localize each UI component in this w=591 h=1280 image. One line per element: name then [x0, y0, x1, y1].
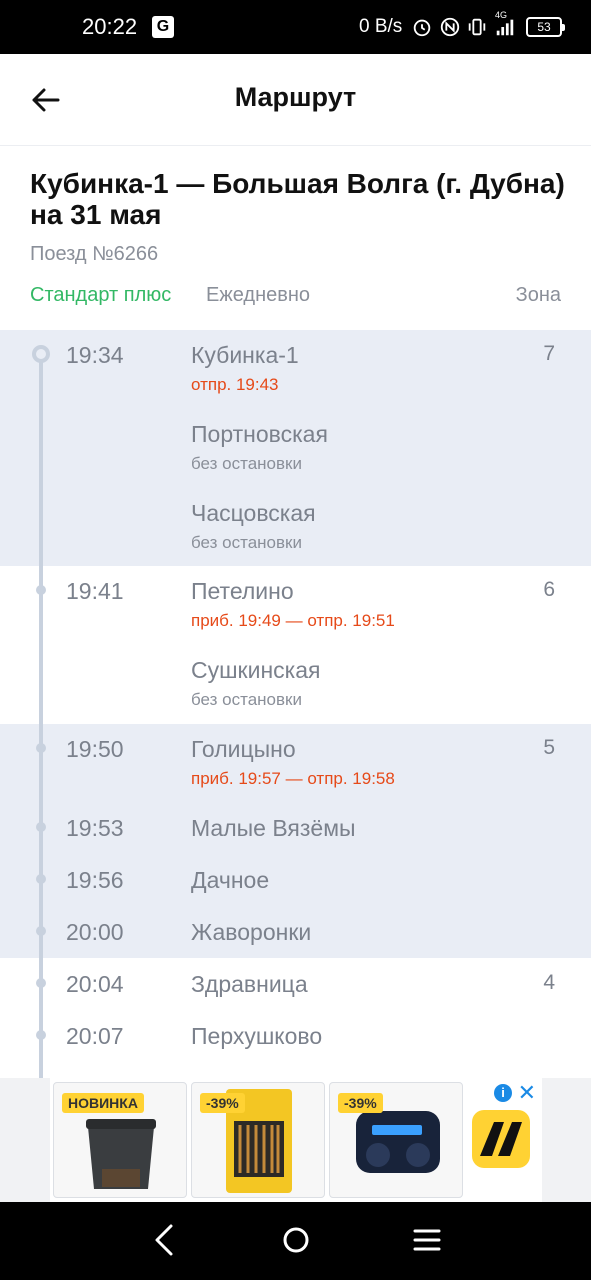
stop-name: Перхушково	[191, 1023, 323, 1049]
stop-time: 19:56	[66, 867, 124, 893]
ad-badge: -39%	[338, 1093, 383, 1113]
stop-row[interactable]: 19:50 Голицыно приб. 19:57 — отпр. 19:58…	[0, 724, 591, 788]
stop-time: 20:04	[66, 971, 124, 997]
status-bar: 20:22 G 0 B/s 4G 53	[0, 0, 591, 54]
back-nav-icon[interactable]	[145, 1220, 185, 1260]
stop-name: Часцовская	[191, 500, 316, 526]
ad-badge: НОВИНКА	[62, 1093, 144, 1113]
route-title: Кубинка-1 — Большая Волга (г. Дубна) на …	[30, 168, 565, 230]
stop-marker	[36, 585, 46, 595]
stops-list: 19:34 Кубинка-1 отпр. 19:43 7 Портновска…	[0, 330, 591, 1078]
ad-banner[interactable]: НОВИНКА -39% -39% i ✕	[0, 1078, 591, 1202]
signal-icon	[496, 19, 514, 36]
stop-note: без остановки	[191, 533, 302, 552]
stop-name: Дачное	[191, 867, 270, 893]
net-rate: 0 B/s	[359, 16, 403, 37]
close-icon[interactable]: ✕	[518, 1080, 536, 1106]
stop-row[interactable]: Сушкинская без остановки	[0, 645, 591, 709]
stop-name: Петелино	[191, 578, 294, 604]
stop-marker	[36, 743, 46, 753]
battery-icon: 53	[526, 17, 565, 37]
stop-name: Голицыно	[191, 736, 296, 762]
menu-nav-icon[interactable]	[407, 1220, 447, 1260]
stop-zone: 5	[543, 736, 555, 759]
stop-marker	[36, 926, 46, 936]
stop-marker	[36, 1030, 46, 1040]
stop-row[interactable]: Портновская без остановки	[0, 409, 591, 473]
stop-note: без остановки	[191, 454, 302, 473]
vibrate-icon	[468, 18, 486, 36]
stop-row[interactable]: 19:56 Дачное	[0, 855, 591, 915]
stop-note: без остановки	[191, 690, 302, 709]
stop-zone: 6	[543, 578, 555, 601]
stop-time: 19:34	[66, 342, 124, 368]
stop-note: приб. 19:49 — отпр. 19:51	[191, 611, 395, 630]
train-category: Стандарт плюс	[30, 284, 172, 306]
ad-content[interactable]: НОВИНКА -39% -39% i ✕	[50, 1078, 542, 1202]
stop-row[interactable]: 20:04 Здравница 4	[0, 959, 591, 1019]
stop-row[interactable]: Часцовская без остановки	[0, 488, 591, 552]
stop-row[interactable]: 20:00 Жаворонки	[0, 907, 591, 967]
app-header: Маршрут	[0, 54, 591, 146]
stop-row[interactable]: 19:53 Малые Вязёмы	[0, 803, 591, 863]
stop-name: Сушкинская	[191, 657, 321, 683]
info-icon[interactable]: i	[494, 1084, 512, 1102]
stop-zone: 4	[543, 971, 555, 994]
train-frequency: Ежедневно	[206, 284, 311, 306]
stop-marker	[36, 822, 46, 832]
stop-row[interactable]: 19:41 Петелино приб. 19:49 — отпр. 19:51…	[0, 566, 591, 630]
stop-time: 20:07	[66, 1023, 124, 1049]
stop-note: отпр. 19:43	[191, 375, 279, 394]
stop-name: Малые Вязёмы	[191, 815, 356, 841]
ad-product-tile[interactable]: -39%	[191, 1082, 325, 1198]
composter-image	[86, 1119, 156, 1189]
stop-time: 19:53	[66, 815, 124, 841]
alarm-icon	[413, 19, 431, 37]
zone-header: Зона	[515, 284, 561, 306]
ad-product-tile[interactable]: -39%	[329, 1082, 463, 1198]
stop-note: приб. 19:57 — отпр. 19:58	[191, 769, 395, 788]
stop-name: Здравница	[191, 971, 308, 997]
stop-marker	[32, 345, 50, 363]
status-time: 20:22	[82, 14, 138, 39]
page-title: Маршрут	[234, 82, 357, 112]
stop-marker	[36, 978, 46, 988]
stop-zone: 7	[543, 342, 555, 365]
home-nav-icon[interactable]	[276, 1220, 316, 1260]
stop-time: 19:50	[66, 736, 124, 762]
ad-product-tile[interactable]: НОВИНКА	[53, 1082, 187, 1198]
ad-badge: -39%	[200, 1093, 245, 1113]
stop-name: Портновская	[191, 421, 328, 447]
train-number: Поезд №6266	[30, 243, 159, 265]
stop-time: 20:00	[66, 919, 124, 945]
stop-name: Кубинка-1	[191, 342, 299, 368]
g-app-icon: G	[152, 16, 174, 38]
stop-marker	[36, 874, 46, 884]
stop-time: 19:41	[66, 578, 124, 604]
nfc-icon	[440, 17, 460, 37]
stop-name: Жаворонки	[191, 919, 312, 945]
stop-row[interactable]: 19:34 Кубинка-1 отпр. 19:43 7	[0, 330, 591, 394]
market-logo-icon[interactable]	[472, 1110, 530, 1168]
system-nav-bar	[0, 1202, 591, 1280]
stop-row[interactable]: 20:07 Перхушково	[0, 1011, 591, 1071]
